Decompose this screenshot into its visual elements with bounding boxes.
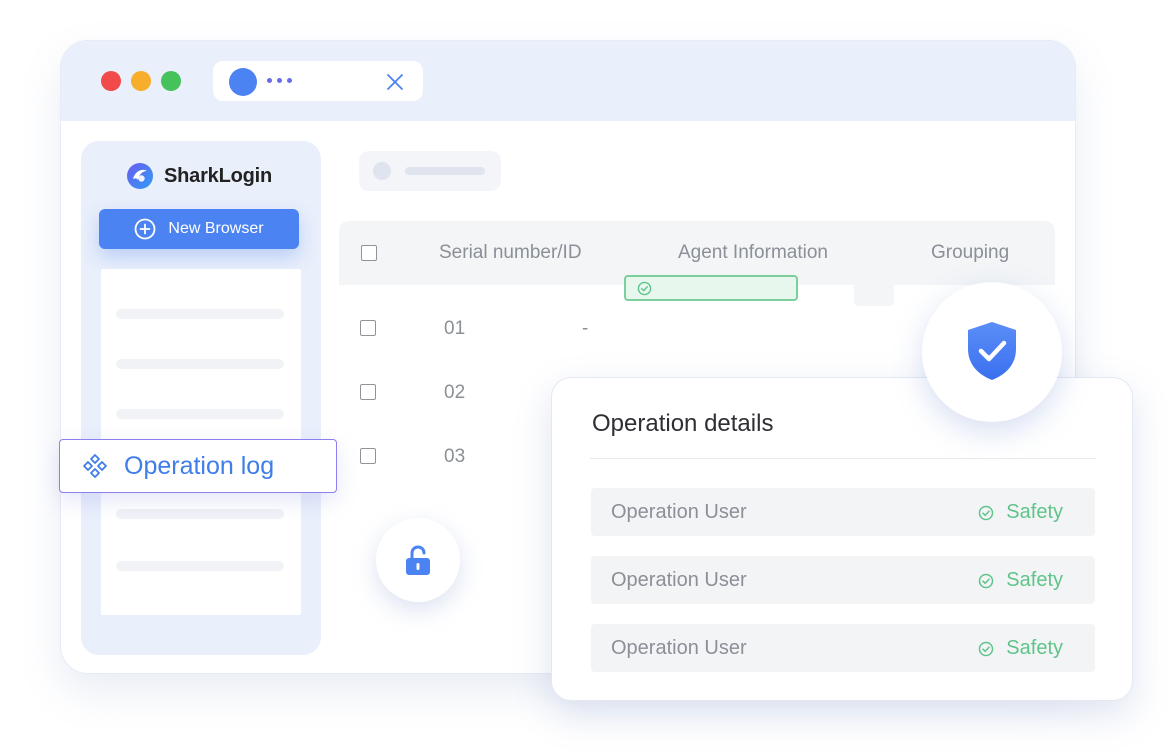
operation-details-card: Operation details Operation User Safety … [551, 377, 1133, 701]
close-window-button[interactable] [101, 71, 121, 91]
sidebar-placeholder-line [116, 409, 284, 419]
check-circle-icon [979, 641, 994, 656]
detail-user: Operation User [611, 569, 747, 591]
detail-status-label: Safety [1006, 637, 1063, 659]
detail-user: Operation User [611, 637, 747, 659]
new-browser-button[interactable]: New Browser [99, 209, 299, 249]
check-circle-icon [979, 573, 994, 588]
column-header-grouping: Grouping [931, 242, 1010, 263]
detail-status: Safety [978, 501, 1063, 524]
plus-circle-icon [135, 218, 156, 240]
brand-logo: SharkLogin [126, 161, 272, 191]
row-checkbox[interactable] [360, 320, 376, 336]
unlock-icon [406, 545, 430, 575]
brand-name: SharkLogin [164, 164, 273, 187]
row-id: - [582, 318, 589, 339]
window-titlebar [61, 41, 1075, 121]
sidebar: SharkLogin New Browser [81, 141, 321, 655]
detail-status: Safety [978, 637, 1063, 660]
detail-row: Operation User Safety [591, 624, 1095, 672]
sidebar-placeholder-line [116, 509, 284, 519]
detail-row: Operation User Safety [591, 488, 1095, 536]
grouping-cell [854, 268, 894, 306]
row-checkbox[interactable] [360, 384, 376, 400]
row-checkbox[interactable] [360, 448, 376, 464]
new-browser-label: New Browser [168, 220, 264, 237]
maximize-window-button[interactable] [161, 71, 181, 91]
check-circle-icon [979, 505, 994, 520]
shield-badge [922, 282, 1062, 422]
row-serial: 02 [444, 382, 466, 403]
sidebar-placeholder-line [116, 359, 284, 369]
minimize-window-button[interactable] [131, 71, 151, 91]
shark-logo-icon [127, 163, 153, 189]
detail-row: Operation User Safety [591, 556, 1095, 604]
shield-check-icon [968, 322, 1016, 380]
sidebar-placeholder-line [116, 309, 284, 319]
search-bar[interactable] [359, 151, 501, 191]
detail-status-label: Safety [1006, 569, 1063, 591]
detail-status-label: Safety [1006, 501, 1063, 523]
column-header-agent: Agent Information [678, 242, 828, 263]
column-header-serial: Serial number/ID [439, 242, 582, 263]
detail-user: Operation User [611, 501, 747, 523]
sidebar-placeholder-line [116, 561, 284, 571]
detail-status: Safety [978, 569, 1063, 592]
browser-tab[interactable] [213, 61, 423, 101]
tab-favicon [229, 68, 257, 96]
divider [590, 458, 1096, 459]
details-title: Operation details [592, 410, 774, 437]
operation-log-menu-item[interactable]: Operation log [59, 439, 337, 493]
check-circle-icon [637, 281, 652, 296]
search-placeholder-line [405, 167, 485, 175]
operation-log-label: Operation log [124, 451, 275, 480]
select-all-checkbox[interactable] [361, 245, 377, 261]
close-icon[interactable] [385, 72, 405, 92]
search-icon [373, 162, 391, 180]
agent-status-badge [624, 275, 798, 301]
more-dots-icon [267, 78, 293, 84]
diamond-nodes-icon [83, 454, 107, 478]
row-serial: 01 [444, 318, 466, 339]
unlock-badge [376, 518, 460, 602]
row-serial: 03 [444, 446, 466, 467]
